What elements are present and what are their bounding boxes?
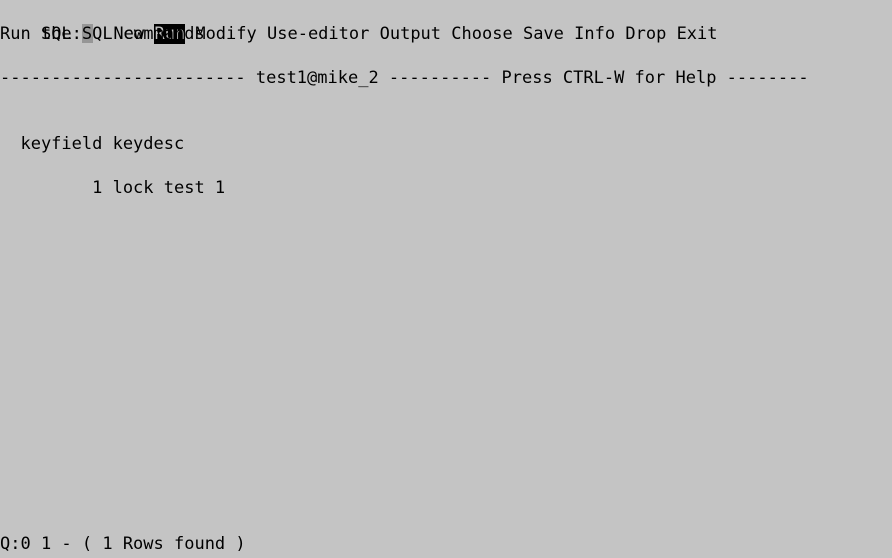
menu-bar: SQL: New Run Modify Use-editor Output Ch… (0, 1, 718, 44)
menu-gap-5 (369, 23, 379, 45)
menu-item-save[interactable]: Save (523, 24, 564, 44)
menu-gap-4 (257, 23, 267, 45)
menu-gap-6 (441, 23, 451, 45)
menu-item-choose[interactable]: Choose (451, 24, 512, 44)
menu-gap-8 (564, 23, 574, 45)
result-column-headers: keyfield keydesc (0, 134, 185, 154)
menu-item-use-editor[interactable]: Use-editor (267, 24, 369, 44)
menu-gap-9 (615, 23, 625, 45)
menu-item-info[interactable]: Info (574, 24, 615, 44)
menu-gap-10 (666, 23, 676, 45)
menu-gap-7 (513, 23, 523, 45)
result-row: 1 lock test 1 (0, 178, 226, 198)
menu-item-output[interactable]: Output (380, 24, 441, 44)
terminal-screen: SQL: New Run Modify Use-editor Output Ch… (0, 0, 892, 558)
status-bar: Q:0 1 - ( 1 Rows found ) (0, 534, 246, 554)
session-header-rule: ------------------------ test1@mike_2 --… (0, 68, 809, 88)
menu-item-drop[interactable]: Drop (625, 24, 666, 44)
menu-item-exit[interactable]: Exit (677, 24, 718, 44)
menu-hint-text: Run the SQL commands (0, 24, 205, 44)
